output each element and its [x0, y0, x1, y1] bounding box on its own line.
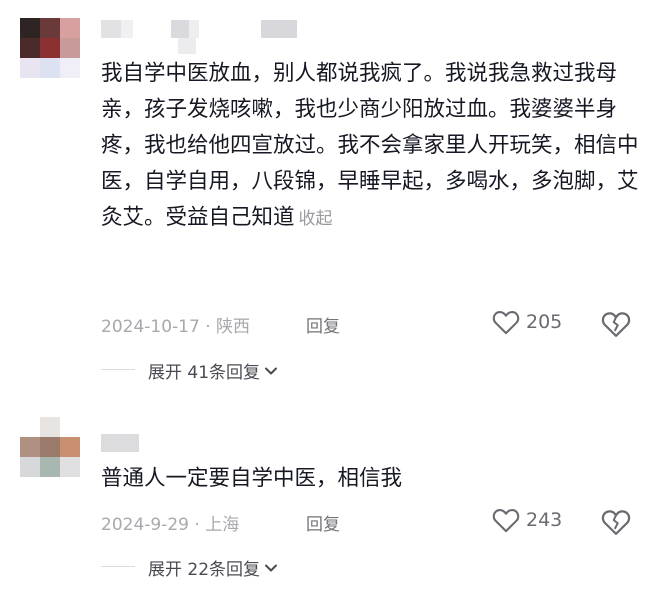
like-button[interactable]: 243 [492, 507, 562, 533]
heart-outline-icon [492, 509, 520, 533]
broken-heart-icon[interactable] [601, 508, 631, 536]
like-count: 243 [526, 509, 563, 531]
comment-item: 普通人一定要自学中医，相信我 2024-9-29 · 上海 回复 243 展开 … [0, 400, 660, 595]
date-location: 2024-9-29 · 上海 [101, 515, 240, 535]
comment-meta: 2024-10-17 · 陕西 回复 [101, 312, 340, 337]
chevron-down-icon [265, 564, 278, 571]
comment-text: 普通人一定要自学中医，相信我 [101, 461, 641, 497]
collapse-link[interactable]: 收起 [299, 209, 333, 229]
expand-replies-label: 展开 22条回复 [148, 560, 261, 580]
comment-text-content: 普通人一定要自学中医，相信我 [101, 466, 403, 491]
like-count: 205 [526, 311, 563, 333]
expand-replies-button[interactable]: 展开 41条回复 [101, 358, 278, 383]
username-blurred[interactable] [101, 20, 301, 38]
username-blurred-2 [178, 38, 196, 54]
reply-button[interactable]: 回复 [306, 510, 340, 535]
reply-button[interactable]: 回复 [306, 312, 340, 337]
comment-meta: 2024-9-29 · 上海 回复 [101, 510, 340, 535]
comment-text-content: 我自学中医放血，别人都说我疯了。我说我急救过我母亲，孩子发烧咳嗽，我也少商少阳放… [101, 61, 639, 230]
comment-item: 我自学中医放血，别人都说我疯了。我说我急救过我母亲，孩子发烧咳嗽，我也少商少阳放… [0, 0, 660, 400]
divider-line [101, 566, 135, 567]
expand-replies-label: 展开 41条回复 [148, 363, 261, 383]
expand-replies-button[interactable]: 展开 22条回复 [101, 555, 278, 580]
username-blurred[interactable] [101, 434, 141, 452]
date-location: 2024-10-17 · 陕西 [101, 317, 251, 337]
like-button[interactable]: 205 [492, 309, 562, 335]
divider-line [101, 369, 135, 370]
broken-heart-icon[interactable] [601, 310, 631, 338]
comment-text: 我自学中医放血，别人都说我疯了。我说我急救过我母亲，孩子发烧咳嗽，我也少商少阳放… [101, 56, 641, 237]
chevron-down-icon [265, 367, 278, 374]
avatar[interactable] [20, 18, 80, 78]
avatar[interactable] [20, 417, 80, 477]
heart-outline-icon [492, 311, 520, 335]
